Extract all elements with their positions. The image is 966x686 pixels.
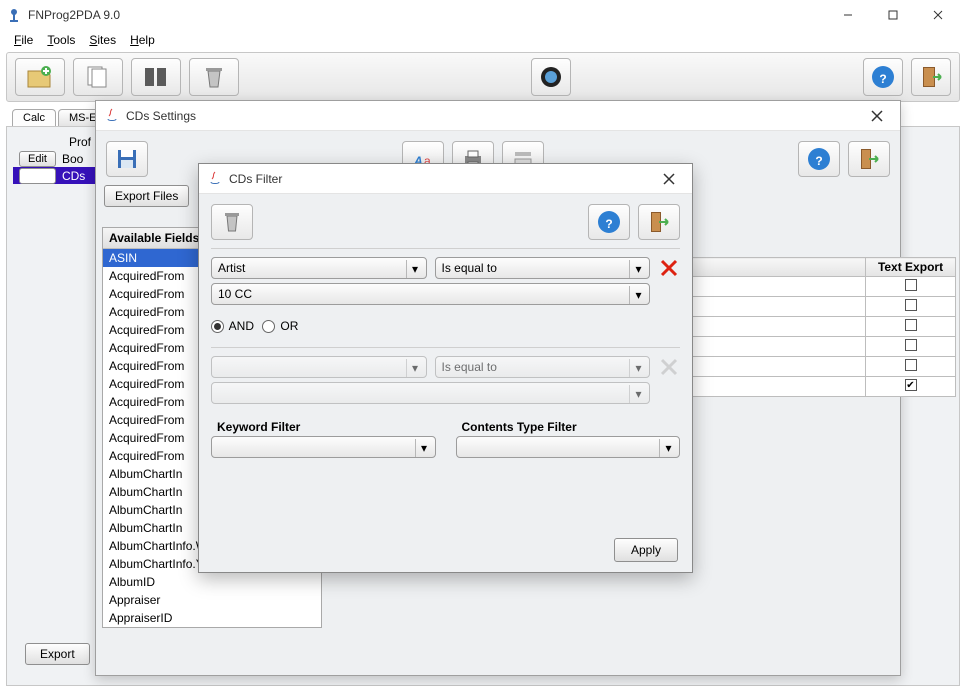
keyword-filter-select[interactable]: ▾ bbox=[211, 436, 436, 458]
chevron-down-icon: ▾ bbox=[659, 439, 677, 457]
filter-delete-button[interactable] bbox=[211, 204, 253, 240]
settings-title: CDs Settings bbox=[126, 109, 862, 123]
filter-value-select[interactable]: 10 CC▾ bbox=[211, 283, 650, 305]
col-text-export[interactable]: Text Export bbox=[866, 258, 956, 277]
table-row[interactable]: n bbox=[657, 357, 956, 377]
logic-row: AND OR bbox=[205, 309, 686, 343]
table-row[interactable] bbox=[657, 317, 956, 337]
cell-export[interactable] bbox=[866, 377, 956, 397]
filter-close-button[interactable] bbox=[654, 167, 684, 191]
svg-text:?: ? bbox=[605, 217, 612, 231]
cell-export[interactable] bbox=[866, 317, 956, 337]
filter-title: CDs Filter bbox=[229, 172, 654, 186]
svg-text:?: ? bbox=[879, 72, 886, 86]
field-item[interactable]: AppraiserID bbox=[103, 609, 321, 627]
radio-and[interactable]: AND bbox=[211, 319, 254, 333]
settings-help-button[interactable]: ? bbox=[798, 141, 840, 177]
table-row[interactable]: ayed bbox=[657, 377, 956, 397]
remove-filter-button[interactable] bbox=[658, 257, 680, 279]
export-button[interactable]: Export bbox=[25, 643, 90, 665]
checkbox[interactable] bbox=[905, 319, 917, 331]
app-title: FNProg2PDA 9.0 bbox=[28, 8, 825, 22]
filter-field2-select[interactable]: ▾ bbox=[211, 356, 427, 378]
main-toolbar: ? bbox=[6, 52, 960, 102]
chevron-down-icon: ▾ bbox=[406, 359, 424, 377]
field-item[interactable]: AlbumID bbox=[103, 573, 321, 591]
apply-button[interactable]: Apply bbox=[614, 538, 678, 562]
chevron-down-icon: ▾ bbox=[629, 385, 647, 403]
cell-export[interactable] bbox=[866, 297, 956, 317]
chevron-down-icon: ▾ bbox=[629, 260, 647, 278]
settings-titlebar: CDs Settings bbox=[96, 101, 900, 131]
menu-tools[interactable]: Tools bbox=[41, 31, 81, 49]
tree-row-books[interactable]: EditBoo bbox=[13, 150, 99, 167]
contents-filter-label: Contents Type Filter bbox=[456, 414, 681, 436]
cell-export[interactable] bbox=[866, 337, 956, 357]
filter-row-2: ▾ Is equal to▾ bbox=[205, 352, 686, 382]
tree-row-cds[interactable]: EditCDs bbox=[13, 167, 99, 184]
java-icon bbox=[207, 171, 223, 187]
remove-filter2-button[interactable] bbox=[658, 356, 680, 378]
filter-exit-button[interactable] bbox=[638, 204, 680, 240]
checkbox[interactable] bbox=[905, 359, 917, 371]
filter-field-select[interactable]: Artist▾ bbox=[211, 257, 427, 279]
new-button[interactable] bbox=[15, 58, 65, 96]
settings-exit-button[interactable] bbox=[848, 141, 890, 177]
save-button[interactable] bbox=[106, 141, 148, 177]
checkbox[interactable] bbox=[905, 299, 917, 311]
filter-titlebar: CDs Filter bbox=[199, 164, 692, 194]
contents-filter-select[interactable]: ▾ bbox=[456, 436, 681, 458]
cell-export[interactable] bbox=[866, 277, 956, 297]
radio-or[interactable]: OR bbox=[262, 319, 298, 333]
table-row[interactable] bbox=[657, 277, 956, 297]
menubar: File Tools Sites Help bbox=[0, 30, 966, 50]
menu-file[interactable]: File bbox=[8, 31, 39, 49]
filter-op-select[interactable]: Is equal to▾ bbox=[435, 257, 651, 279]
filter-help-button[interactable]: ? bbox=[588, 204, 630, 240]
settings-close-button[interactable] bbox=[862, 104, 892, 128]
checkbox[interactable] bbox=[905, 339, 917, 351]
profile-tree: Prof EditBoo EditCDs bbox=[13, 133, 99, 184]
chevron-down-icon: ▾ bbox=[629, 286, 647, 304]
java-icon bbox=[104, 108, 120, 124]
keyword-filter-label: Keyword Filter bbox=[211, 414, 436, 436]
close-button[interactable] bbox=[915, 1, 960, 29]
preview-button[interactable] bbox=[531, 58, 571, 96]
filter-value2-select[interactable]: ▾ bbox=[211, 382, 650, 404]
filter-toolbar: ? bbox=[205, 200, 686, 244]
checkbox[interactable] bbox=[905, 279, 917, 291]
sort-panel: FieldText Export erednayed bbox=[656, 257, 956, 397]
svg-text:?: ? bbox=[815, 154, 822, 168]
filter-op2-select[interactable]: Is equal to▾ bbox=[435, 356, 651, 378]
filter-dialog: CDs Filter ? Artist▾ Is equal to▾ 10 CC▾… bbox=[198, 163, 693, 573]
delete-button[interactable] bbox=[189, 58, 239, 96]
menu-sites[interactable]: Sites bbox=[83, 31, 122, 49]
table-row[interactable]: ered bbox=[657, 337, 956, 357]
tree-header: Prof bbox=[13, 133, 99, 150]
chevron-down-icon: ▾ bbox=[629, 359, 647, 377]
exit-button[interactable] bbox=[911, 58, 951, 96]
chevron-down-icon: ▾ bbox=[406, 260, 424, 278]
help-button[interactable]: ? bbox=[863, 58, 903, 96]
sort-table: FieldText Export erednayed bbox=[656, 257, 956, 397]
minimize-button[interactable] bbox=[825, 1, 870, 29]
maximize-button[interactable] bbox=[870, 1, 915, 29]
copy-button[interactable] bbox=[131, 58, 181, 96]
filter-row-1: Artist▾ Is equal to▾ bbox=[205, 253, 686, 283]
table-row[interactable] bbox=[657, 297, 956, 317]
field-item[interactable]: Appraiser bbox=[103, 591, 321, 609]
cell-export[interactable] bbox=[866, 357, 956, 377]
app-icon bbox=[6, 7, 22, 23]
tab-calc[interactable]: Calc bbox=[12, 109, 56, 126]
chevron-down-icon: ▾ bbox=[415, 439, 433, 457]
checkbox[interactable] bbox=[905, 379, 917, 391]
menu-help[interactable]: Help bbox=[124, 31, 161, 49]
export-files-button[interactable]: Export Files bbox=[104, 185, 189, 207]
open-button[interactable] bbox=[73, 58, 123, 96]
main-titlebar: FNProg2PDA 9.0 bbox=[0, 0, 966, 30]
